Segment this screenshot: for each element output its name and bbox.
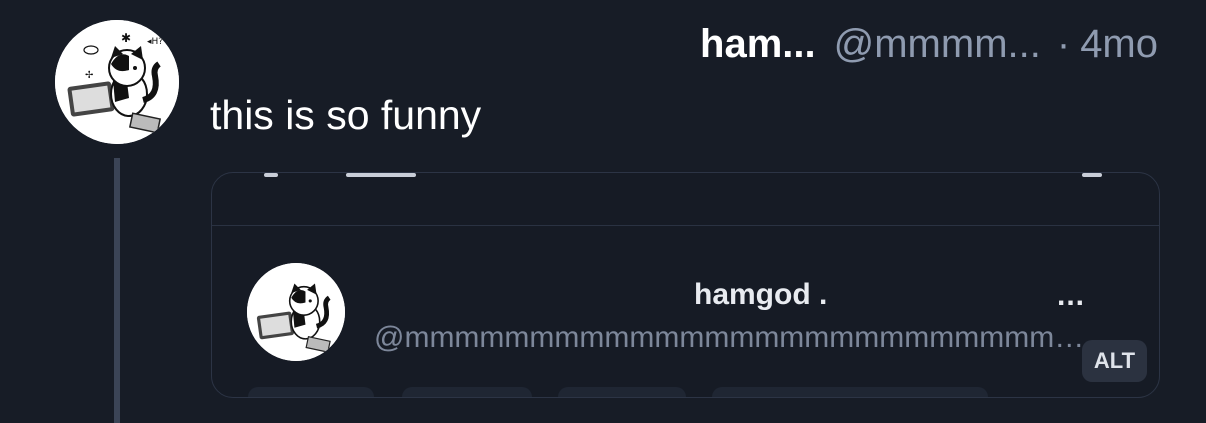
alt-badge[interactable]: ALT: [1082, 340, 1147, 382]
cut-action-pill: [558, 387, 686, 397]
avatar[interactable]: ✱ ◂H? ✢: [55, 20, 179, 144]
handle[interactable]: @mmmm...: [834, 22, 1041, 67]
cut-text-fragment: [1082, 173, 1102, 177]
cut-text-fragment: [264, 173, 278, 177]
cut-action-pill: [712, 387, 988, 397]
svg-text:✢: ✢: [85, 70, 93, 81]
cat-avatar-image: [247, 263, 345, 361]
cut-action-pill: [402, 387, 532, 397]
embed-avatar: [247, 263, 345, 361]
cut-action-pill: [248, 387, 374, 397]
svg-text:✱: ✱: [121, 31, 131, 45]
post-header: ham... @mmmm... · 4mo: [700, 18, 1158, 70]
embedded-image[interactable]: hamgod . ... @mmmmmmmmmmmmmmmmmmmmmmmmmm…: [211, 172, 1160, 398]
embed-top-bar: [212, 173, 1159, 226]
cut-text-fragment: [346, 173, 416, 177]
svg-text:◂H?: ◂H?: [147, 37, 163, 47]
embed-handle: @mmmmmmmmmmmmmmmmmmmmmmmmmmmmmmm: [374, 321, 1096, 354]
thread-line: [114, 158, 120, 423]
post-text: this is so funny: [210, 92, 482, 138]
cat-avatar-image: ✱ ◂H? ✢: [55, 20, 179, 144]
timestamp[interactable]: 4mo: [1080, 22, 1158, 67]
embed-display-name: hamgod .: [694, 278, 828, 311]
more-icon: ...: [1057, 279, 1086, 312]
display-name[interactable]: ham...: [700, 22, 816, 67]
separator-dot: ·: [1056, 21, 1071, 66]
